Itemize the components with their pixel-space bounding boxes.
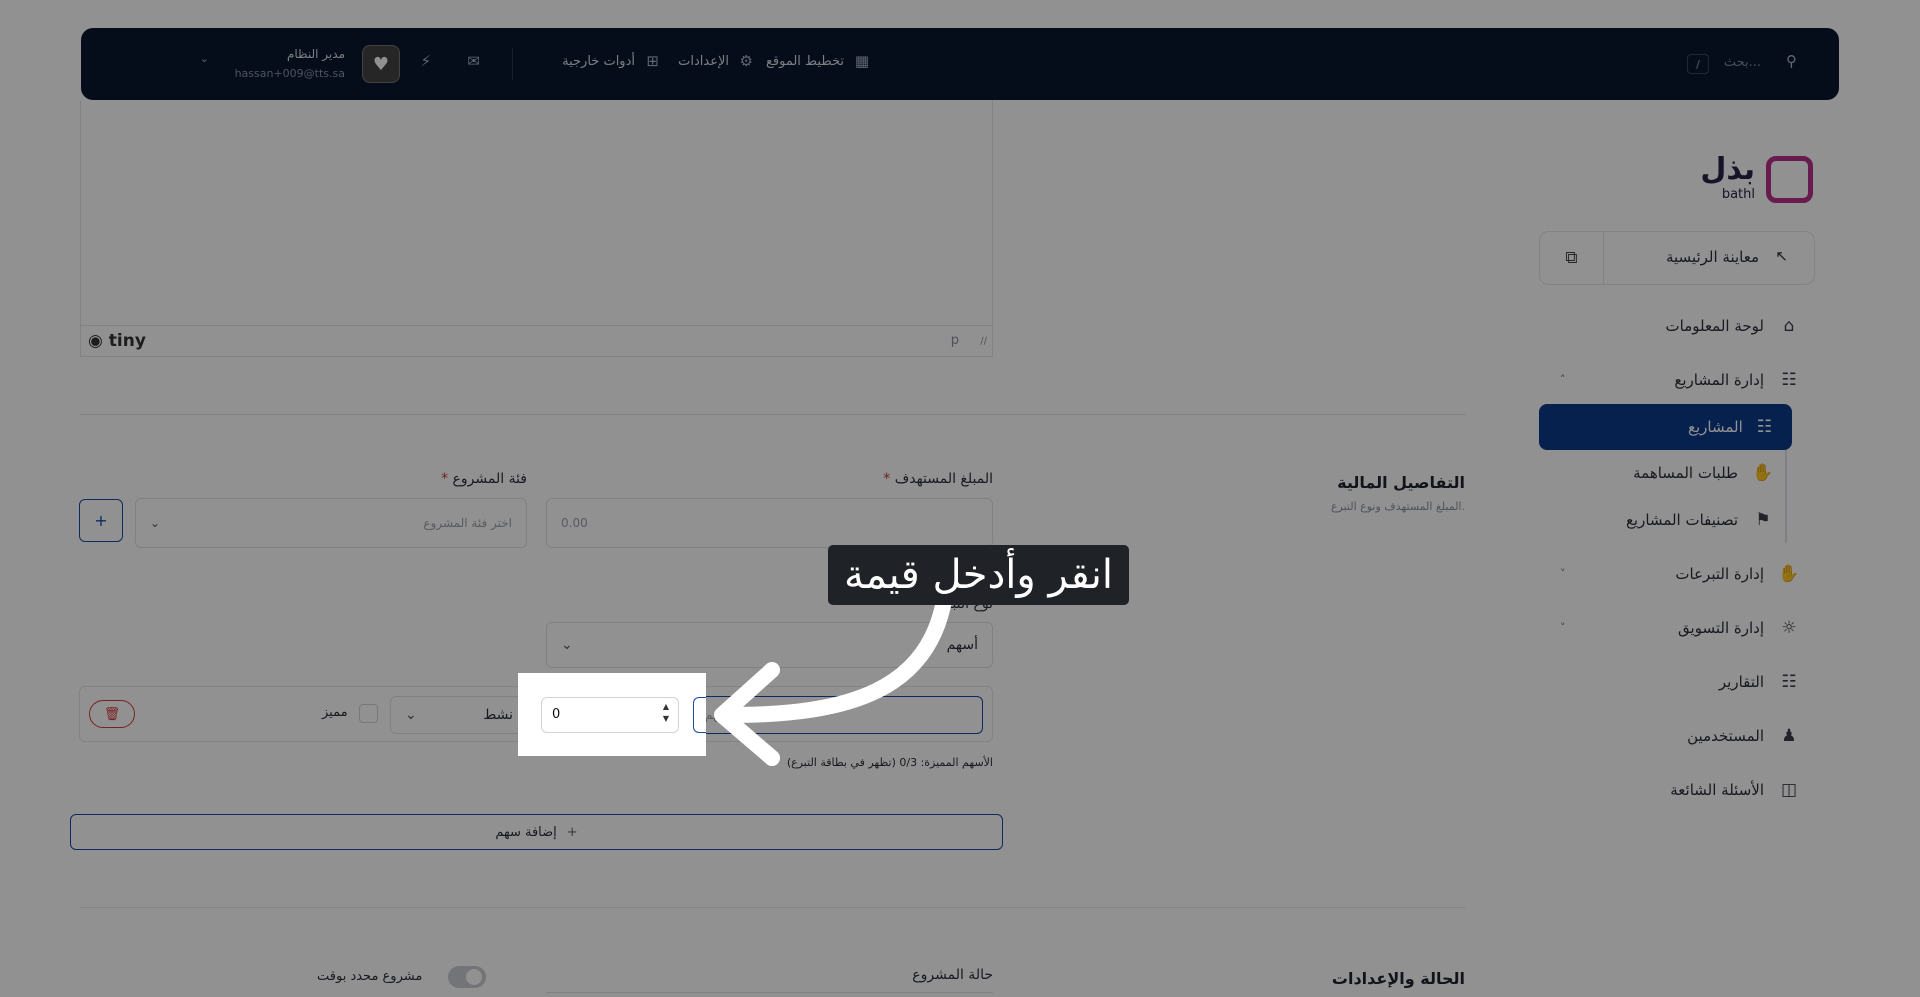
tutorial-tooltip: انقر وأدخل قيمة bbox=[828, 545, 1129, 605]
spinner-icon[interactable]: ▲ ▼ bbox=[663, 701, 669, 725]
highlight-spotlight: 0 ▲ ▼ bbox=[518, 673, 706, 756]
pointer-arrow-icon bbox=[714, 590, 953, 766]
share-amount-value: 0 bbox=[552, 707, 561, 722]
share-amount-input[interactable]: 0 ▲ ▼ bbox=[541, 697, 679, 733]
tutorial-overlay bbox=[0, 0, 1920, 997]
